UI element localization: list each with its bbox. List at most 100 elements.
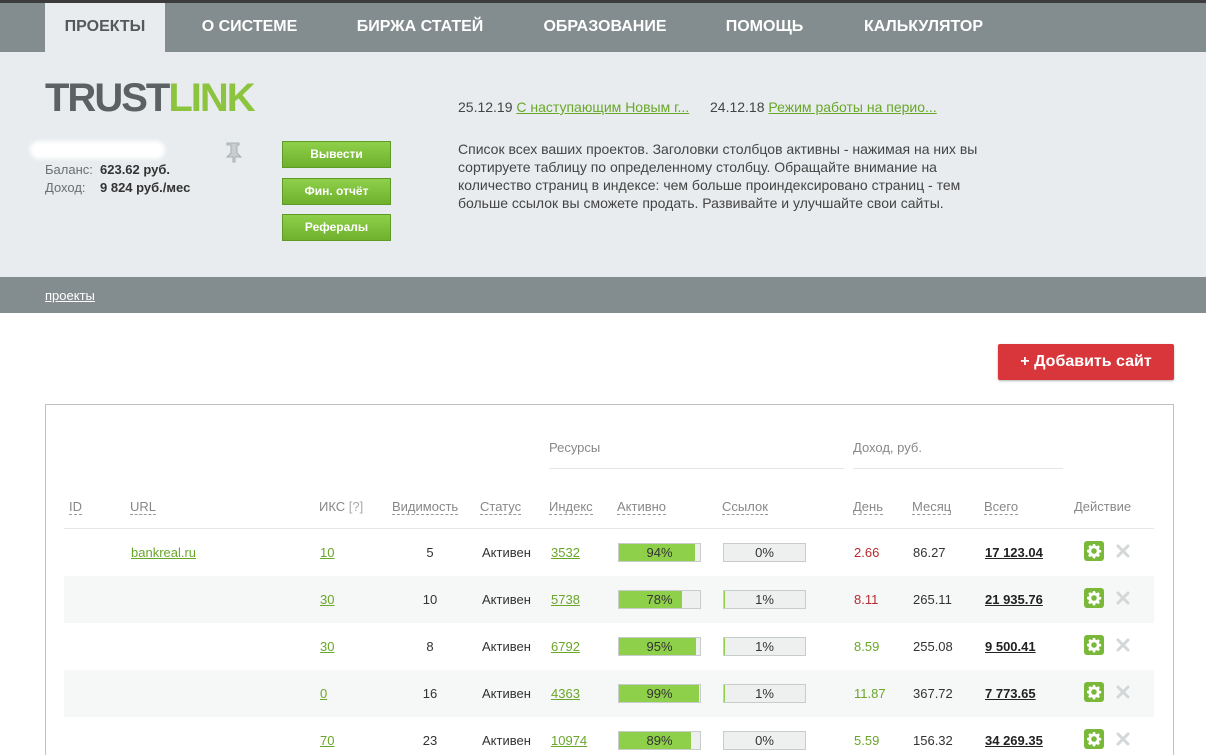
- tab-calculator[interactable]: КАЛЬКУЛЯТОР: [842, 3, 1005, 52]
- tab-about[interactable]: О СИСТЕМЕ: [182, 3, 317, 52]
- index-link[interactable]: 5738: [551, 592, 580, 607]
- pin-icon[interactable]: [224, 141, 244, 163]
- total-income[interactable]: 9 500.41: [985, 623, 1036, 670]
- col-visibility[interactable]: Видимость: [392, 499, 459, 515]
- balance-row: Баланс: 623.62 руб.: [45, 162, 171, 177]
- visibility-value: 5: [426, 545, 434, 560]
- gear-icon[interactable]: [1084, 588, 1104, 608]
- index-link[interactable]: 3532: [551, 545, 580, 560]
- iks-help-icon[interactable]: [?]: [349, 499, 363, 514]
- status-value: Активен: [482, 686, 531, 701]
- status-value: Активен: [482, 639, 531, 654]
- breadcrumb: проекты: [0, 277, 1206, 313]
- add-site-button[interactable]: + Добавить сайт: [998, 344, 1174, 380]
- index-link[interactable]: 4363: [551, 686, 580, 701]
- table-row: 30 10 Активен 5738 78% 1% 8.11 265.11 21 935.76: [64, 576, 1154, 623]
- gear-icon[interactable]: [1084, 729, 1104, 749]
- group-resources: Ресурсы: [549, 440, 601, 455]
- links-progress: 0%: [723, 543, 806, 562]
- username-redacted: [30, 141, 165, 159]
- col-day[interactable]: День: [853, 499, 883, 515]
- col-action: Действие: [1074, 499, 1132, 514]
- site-url-link[interactable]: bankreal.ru: [131, 545, 196, 560]
- gear-icon[interactable]: [1084, 635, 1104, 655]
- news-item: 25.12.19 С наступающим Новым г...: [458, 99, 690, 115]
- col-total[interactable]: Всего: [984, 499, 1019, 515]
- index-link[interactable]: 6792: [551, 639, 580, 654]
- news-item: 24.12.18 Режим работы на перио...: [710, 99, 937, 115]
- iks-link[interactable]: 10: [320, 545, 334, 560]
- close-icon[interactable]: [1115, 684, 1131, 700]
- col-url[interactable]: URL: [130, 499, 157, 515]
- month-income: 156.32: [913, 733, 953, 748]
- table-row: 70 23 Активен 10974 89% 0% 5.59 156.32 34 269.35: [64, 717, 1154, 755]
- iks-link[interactable]: 70: [320, 733, 334, 748]
- month-income: 367.72: [913, 686, 953, 701]
- col-status[interactable]: Статус: [480, 499, 522, 515]
- close-icon[interactable]: [1115, 637, 1131, 653]
- close-icon[interactable]: [1115, 543, 1131, 559]
- news-link[interactable]: С наступающим Новым г...: [516, 99, 689, 115]
- col-month[interactable]: Месяц: [912, 499, 952, 515]
- iks-link[interactable]: 30: [320, 592, 334, 607]
- day-income: 11.87: [854, 686, 886, 701]
- table-row: 0 16 Активен 4363 99% 1% 11.87 367.72 7 773.65: [64, 670, 1154, 717]
- visibility-value: 16: [422, 686, 438, 701]
- day-income: 8.59: [854, 639, 880, 654]
- close-icon[interactable]: [1115, 590, 1131, 606]
- active-progress: 78%: [618, 590, 701, 609]
- links-progress: 1%: [723, 590, 806, 609]
- col-index[interactable]: Индекс: [549, 499, 593, 515]
- iks-link[interactable]: 30: [320, 639, 334, 654]
- redacted-id: [64, 732, 258, 748]
- news-link[interactable]: Режим работы на перио...: [768, 99, 936, 115]
- index-link[interactable]: 10974: [551, 733, 587, 748]
- iks-link[interactable]: 0: [320, 686, 327, 701]
- income-row: Доход: 9 824 руб./мес: [45, 180, 191, 195]
- close-icon[interactable]: [1115, 731, 1131, 747]
- top-navigation: ПРОЕКТЫ О СИСТЕМЕ БИРЖА СТАТЕЙ ОБРАЗОВАН…: [0, 0, 1206, 52]
- col-links[interactable]: Ссылок: [722, 499, 768, 515]
- redacted-id: [64, 638, 240, 654]
- col-id[interactable]: ID: [69, 499, 82, 515]
- active-progress: 99%: [618, 684, 701, 703]
- visibility-value: 10: [422, 592, 438, 607]
- total-income[interactable]: 34 269.35: [985, 717, 1043, 755]
- trustlink-logo[interactable]: TRUSTLINK: [45, 78, 256, 118]
- month-income: 265.11: [913, 592, 952, 607]
- financial-report-button[interactable]: Фин. отчёт: [282, 178, 391, 205]
- status-value: Активен: [482, 592, 531, 607]
- referrals-button[interactable]: Рефералы: [282, 214, 391, 241]
- table-row: 30 8 Активен 6792 95% 1% 8.59 255.08 9 500.41: [64, 623, 1154, 670]
- status-value: Активен: [482, 733, 531, 748]
- tab-projects[interactable]: ПРОЕКТЫ: [45, 3, 165, 52]
- projects-table: Ресурсы Доход, руб. ID URL ИКС [?] Видим…: [45, 404, 1174, 755]
- breadcrumb-projects-link[interactable]: проекты: [45, 288, 95, 303]
- gear-icon[interactable]: [1084, 541, 1104, 561]
- projects-description: Список всех ваших проектов. Заголовки ст…: [458, 141, 978, 211]
- tab-article-exchange[interactable]: БИРЖА СТАТЕЙ: [335, 3, 505, 52]
- links-progress: 0%: [723, 731, 806, 750]
- day-income: 5.59: [854, 733, 880, 748]
- total-income[interactable]: 17 123.04: [985, 529, 1043, 576]
- col-iks[interactable]: ИКС [?]: [319, 499, 363, 514]
- status-value: Активен: [482, 545, 531, 560]
- group-income: Доход, руб.: [853, 440, 922, 455]
- col-active[interactable]: Активно: [617, 499, 667, 515]
- total-income[interactable]: 7 773.65: [985, 670, 1036, 717]
- active-progress: 94%: [618, 543, 701, 562]
- gear-icon[interactable]: [1084, 682, 1104, 702]
- month-income: 86.27: [913, 545, 946, 560]
- total-income[interactable]: 21 935.76: [985, 576, 1043, 623]
- tab-help[interactable]: ПОМОЩЬ: [706, 3, 823, 52]
- links-progress: 1%: [723, 684, 806, 703]
- visibility-value: 8: [426, 639, 434, 654]
- visibility-value: 23: [422, 733, 438, 748]
- day-income: 8.11: [854, 592, 879, 607]
- active-progress: 89%: [618, 731, 701, 750]
- withdraw-button[interactable]: Вывести: [282, 141, 391, 168]
- links-progress: 1%: [723, 637, 806, 656]
- table-row: bankreal.ru 10 5 Активен 3532 94% 0% 2.66 86.27 1…: [64, 529, 1154, 576]
- tab-education[interactable]: ОБРАЗОВАНИЕ: [522, 3, 688, 52]
- active-progress: 95%: [618, 637, 701, 656]
